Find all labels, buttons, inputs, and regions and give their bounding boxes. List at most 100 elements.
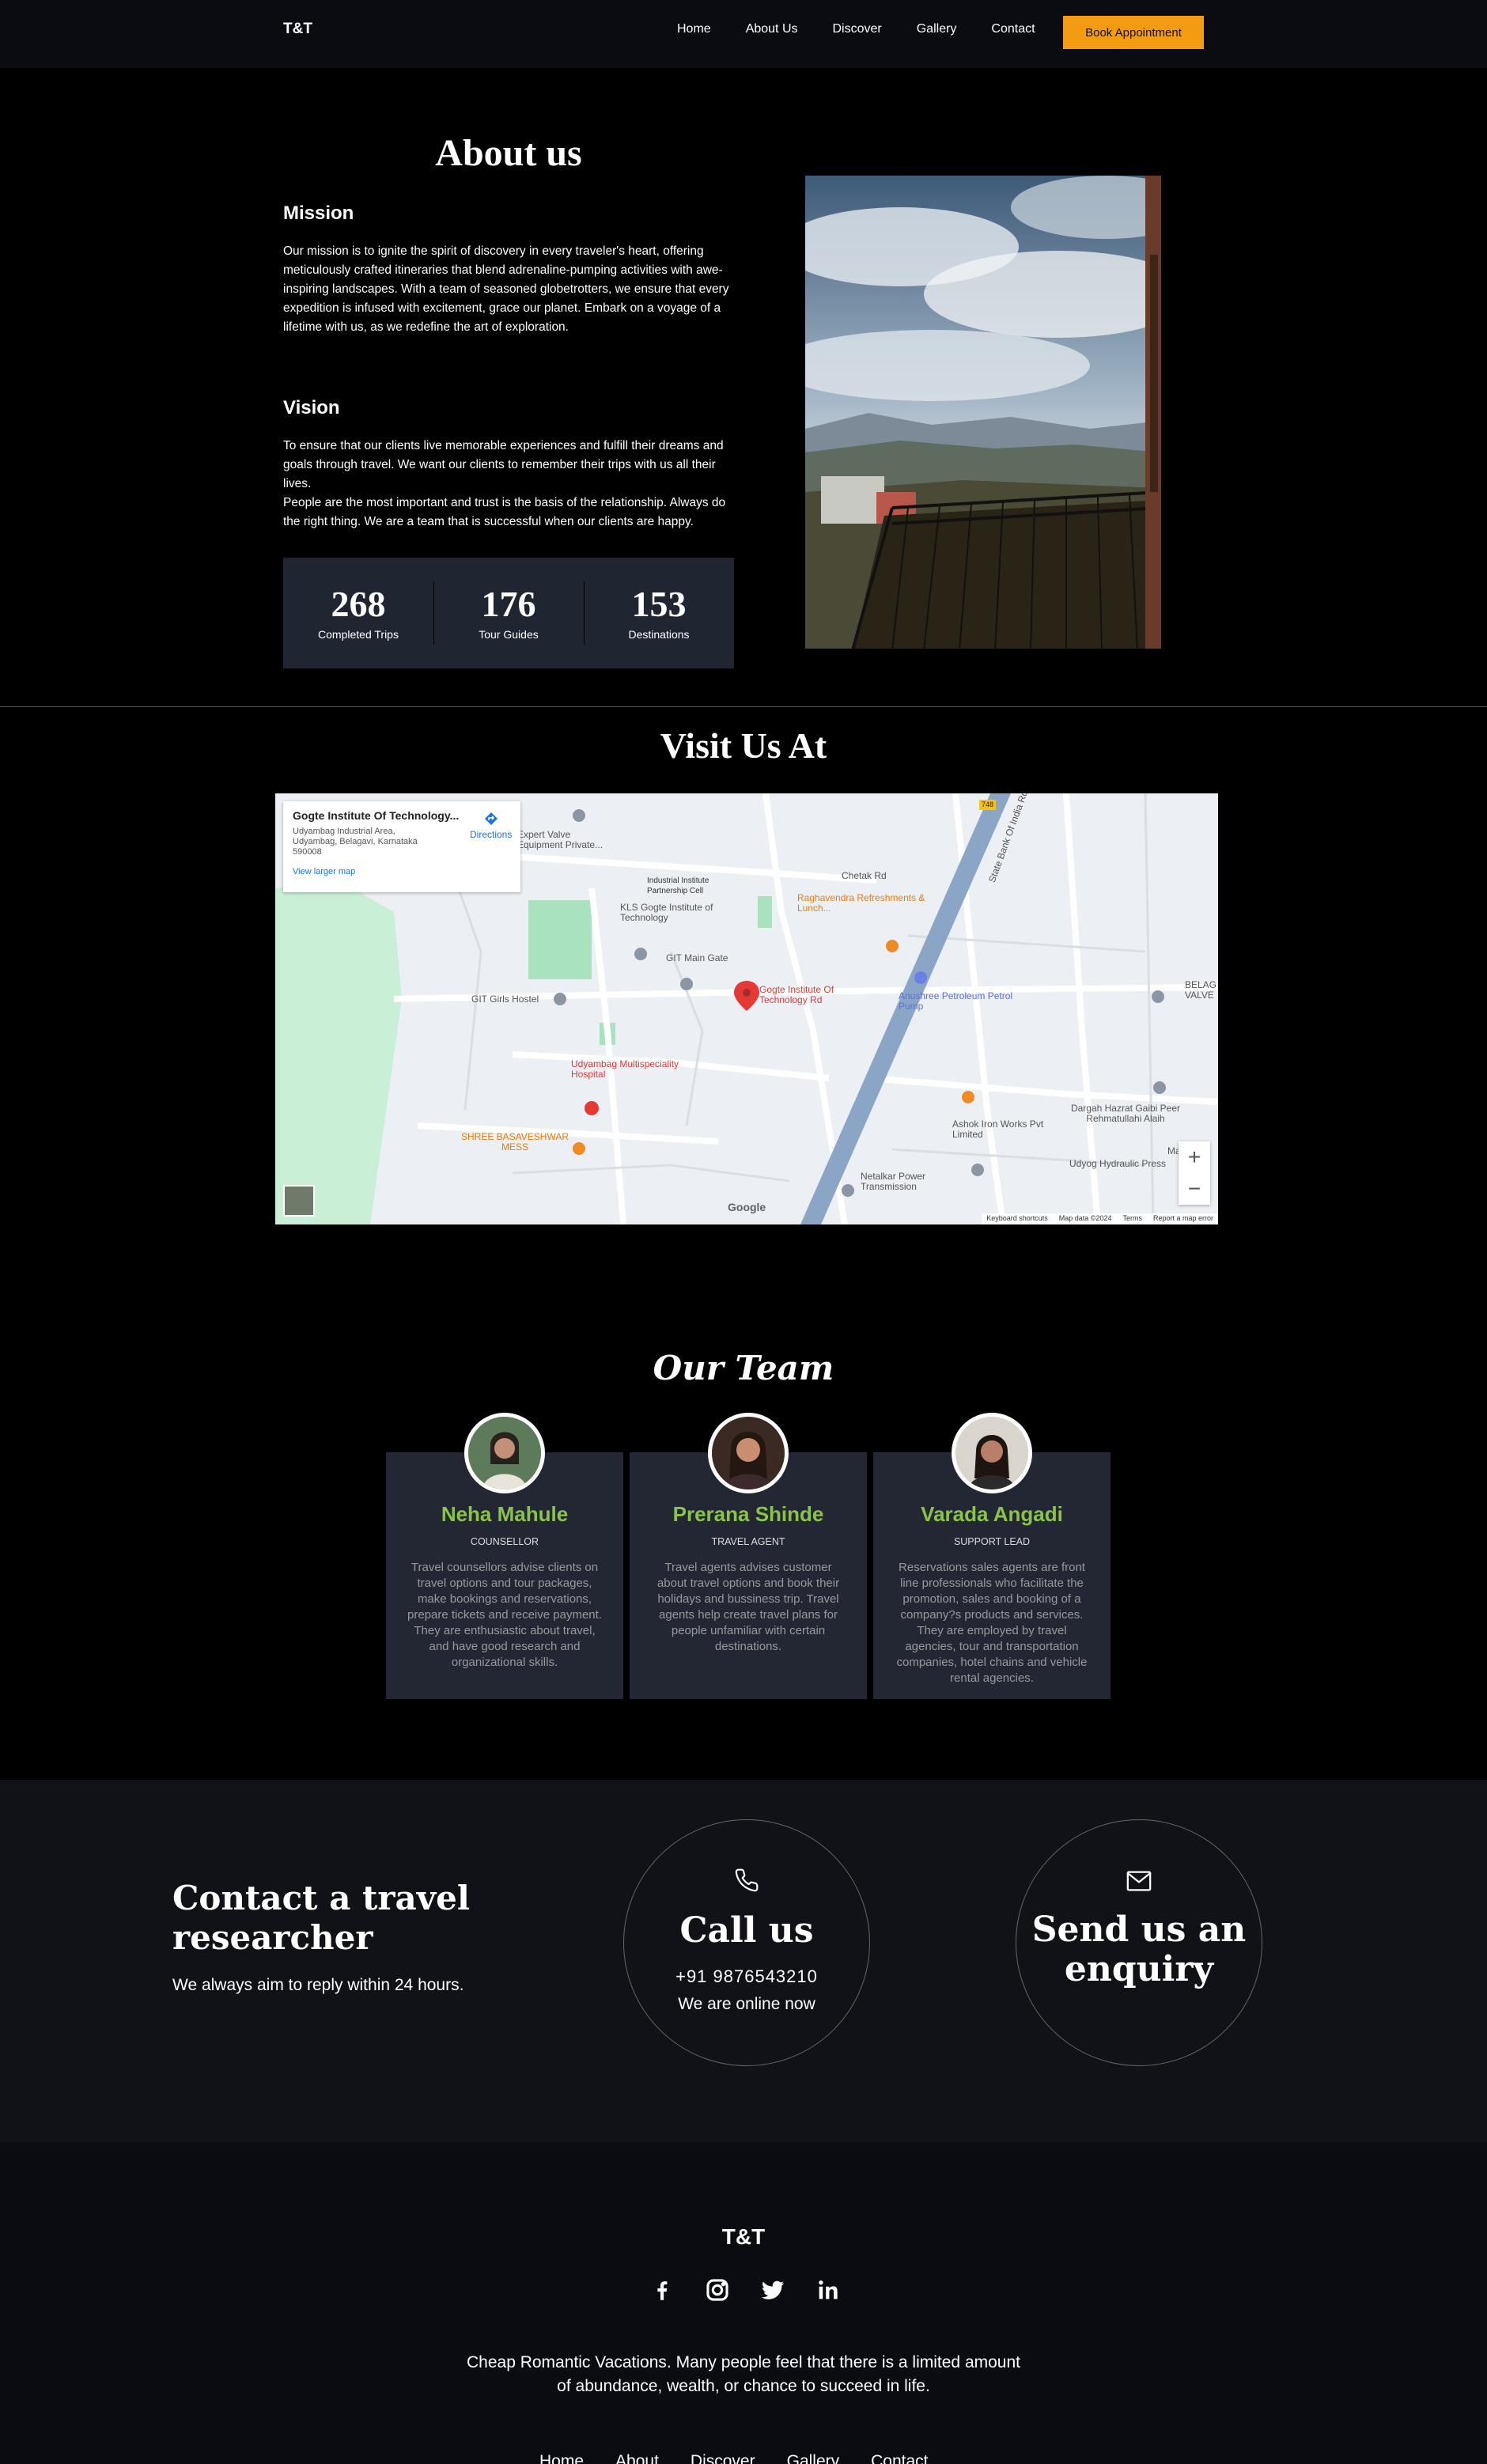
vision-heading: Vision <box>283 397 340 418</box>
team-card: Neha Mahule COUNSELLOR Travel counsellor… <box>386 1413 623 1699</box>
view-larger-map-link[interactable]: View larger map <box>293 867 511 876</box>
map-label-kls-git: KLS Gogte Institute of Technology <box>620 902 713 923</box>
call-us-card[interactable]: Call us +91 9876543210 We are online now <box>623 1819 870 2066</box>
team-card: Prerana Shinde TRAVEL AGENT Travel agent… <box>630 1413 867 1699</box>
map-label-git-girls-hostel: GIT Girls Hostel <box>471 994 539 1005</box>
member-name: Neha Mahule <box>441 1502 569 1526</box>
map-pin-label: Gogte Institute Of Technology Rd <box>759 984 834 1005</box>
map-label-anushree-petroleum: Anushree Petroleum Petrol Pump <box>899 990 1013 1012</box>
social-links <box>649 2277 842 2303</box>
mail-icon <box>1016 1868 1262 1894</box>
map-label-netalkar: Netalkar Power Transmission <box>861 1171 926 1192</box>
zoom-in-button[interactable]: + <box>1179 1141 1210 1173</box>
member-description: Travel agents advises customer about tra… <box>656 1561 840 1653</box>
map-label-road-748: 748 <box>979 800 997 810</box>
nav-link-contact[interactable]: Contact <box>991 22 1035 36</box>
instagram-icon[interactable] <box>704 2277 731 2303</box>
map-label-belag-valve: BELAG VALVE <box>1185 979 1217 1001</box>
vision-text: To ensure that our clients live memorabl… <box>283 437 734 532</box>
stat-value: 153 <box>631 584 687 624</box>
twitter-icon[interactable] <box>759 2277 786 2303</box>
member-name: Prerana Shinde <box>672 1502 824 1526</box>
map-satellite-toggle[interactable] <box>283 1185 315 1217</box>
stat-value: 268 <box>331 584 386 624</box>
stats-panel: 268 Completed Trips 176 Tour Guides 153 … <box>283 558 734 668</box>
footer-link-home[interactable]: Home <box>539 2452 584 2464</box>
facebook-icon[interactable] <box>649 2277 675 2303</box>
map-data-text: Map data ©2024 <box>1058 1214 1112 1222</box>
footer-link-contact[interactable]: Contact <box>871 2452 928 2464</box>
footer-link-gallery[interactable]: Gallery <box>787 2452 840 2464</box>
online-status: We are online now <box>678 1995 815 2013</box>
stat-tour-guides: 176 Tour Guides <box>433 558 584 668</box>
visit-title: Visit Us At <box>660 725 827 766</box>
map-zoom-controls: + − <box>1179 1141 1210 1205</box>
mission-heading: Mission <box>283 202 354 224</box>
nav-links: Home About Us Discover Gallery Contact <box>677 22 1070 36</box>
mission-text: Our mission is to ignite the spirit of d… <box>283 244 729 334</box>
nav-link-discover[interactable]: Discover <box>833 22 882 36</box>
team-title: Our Team <box>653 1349 834 1387</box>
terms-link[interactable]: Terms <box>1122 1214 1142 1224</box>
nav-link-about-us[interactable]: About Us <box>746 22 798 36</box>
footer-links: Home About Discover Gallery Contact <box>539 2452 929 2464</box>
contact-section: Contact a travel researcher We always ai… <box>0 1780 1487 2142</box>
nav-link-gallery[interactable]: Gallery <box>917 22 957 36</box>
vision-paragraph-1: To ensure that our clients live memorabl… <box>283 439 724 490</box>
map-label-udyog-hydraulic: Udyog Hydraulic Press <box>1069 1158 1167 1169</box>
member-description: Reservations sales agents are front line… <box>896 1561 1088 1685</box>
brand-logo[interactable]: T&T <box>283 21 312 38</box>
linkedin-icon[interactable] <box>815 2277 842 2303</box>
keyboard-shortcuts-link[interactable]: Keyboard shortcuts <box>986 1214 1048 1224</box>
footer-link-discover[interactable]: Discover <box>691 2452 755 2464</box>
section-divider <box>0 706 1487 707</box>
directions-icon <box>484 812 498 825</box>
map-label-ashok-iron-works: Ashok Iron Works Pvt Limited <box>952 1118 1044 1140</box>
send-enquiry-card[interactable]: Send us an enquiry <box>1016 1819 1262 2066</box>
team-card: Varada Angadi SUPPORT LEAD Reservations … <box>873 1413 1111 1699</box>
avatar <box>708 1413 789 1493</box>
map-label-industrial-institute: Industrial Institute Partnership Cell <box>647 876 709 895</box>
contact-heading: Contact a travel researcher <box>172 1879 470 1957</box>
phone-number[interactable]: +91 9876543210 <box>624 1966 869 1987</box>
member-role: TRAVEL AGENT <box>711 1536 785 1547</box>
phone-icon <box>624 1868 869 1894</box>
map-label-chetak-rd: Chetak Rd <box>842 870 887 881</box>
member-role: SUPPORT LEAD <box>953 1536 1031 1547</box>
top-navbar: T&T Home About Us Discover Gallery Conta… <box>0 0 1487 68</box>
map-place-address: Udyambag Industrial Area, Udyambag, Bela… <box>293 827 418 857</box>
avatar <box>464 1413 545 1493</box>
send-enquiry-title: Send us an enquiry <box>1031 1910 1247 1989</box>
member-description: Travel counsellors advise clients on tra… <box>407 1561 602 1669</box>
map-footer: Keyboard shortcuts Map data ©2024 Terms … <box>982 1213 1218 1224</box>
map-directions-button[interactable]: Directions <box>470 811 512 840</box>
embedded-map[interactable]: Gogte Institute Of Technology Rd Expert … <box>275 793 1218 1224</box>
map-label-raghavendra: Raghavendra Refreshments & Lunch... <box>797 892 925 914</box>
about-title: About us <box>435 132 582 174</box>
map-label-expert-valve: Expert Valve Equipment Private... <box>517 829 604 850</box>
footer-brand[interactable]: T&T <box>0 2224 1487 2250</box>
mountain-balcony-photo <box>805 176 1161 649</box>
map-label-hospital: Udyambag Multispeciality Hospital <box>571 1058 679 1080</box>
map-label-shree-basaveshwar: SHREE BASAVESHWAR MESS <box>460 1131 569 1153</box>
google-logo: Google <box>728 1201 766 1213</box>
zoom-out-button[interactable]: − <box>1179 1173 1210 1205</box>
stat-label: Completed Trips <box>318 628 399 641</box>
footer-link-about[interactable]: About <box>615 2452 659 2464</box>
nav-link-home[interactable]: Home <box>677 22 711 36</box>
map-place-card: Gogte Institute Of Technology... Udyamba… <box>283 801 520 892</box>
map-label-dargah: Dargah Hazrat Gaibi Peer Rehmatullahi Al… <box>1070 1103 1181 1124</box>
stat-destinations: 153 Destinations <box>584 558 734 668</box>
stat-label: Destinations <box>628 628 690 641</box>
call-us-title: Call us <box>679 1910 814 1951</box>
book-appointment-button[interactable]: Book Appointment <box>1063 16 1204 49</box>
stat-label: Tour Guides <box>479 628 539 641</box>
contact-subtext: We always aim to reply within 24 hours. <box>172 1976 464 1994</box>
member-name: Varada Angadi <box>921 1502 1063 1526</box>
map-label-git-main-gate: GIT Main Gate <box>666 952 728 963</box>
map-directions-label: Directions <box>470 829 513 840</box>
vision-paragraph-2: People are the most important and trust … <box>283 496 726 528</box>
stat-completed-trips: 268 Completed Trips <box>283 558 433 668</box>
report-map-error-link[interactable]: Report a map error <box>1153 1214 1213 1224</box>
stat-value: 176 <box>481 584 536 624</box>
